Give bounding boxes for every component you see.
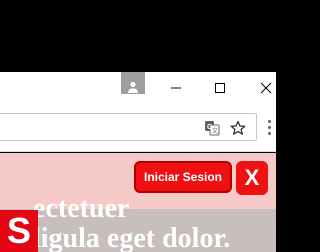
translate-icon: G 文 — [205, 121, 220, 136]
browser-titlebar — [0, 72, 276, 104]
menu-dot — [267, 132, 271, 135]
window-close-button[interactable] — [242, 72, 276, 104]
menu-dot — [267, 126, 271, 129]
minimize-button[interactable] — [154, 72, 198, 104]
login-button[interactable]: Iniciar Sesion — [134, 161, 232, 193]
maximize-icon — [215, 83, 225, 93]
translate-button[interactable]: G 文 — [200, 114, 224, 142]
site-logo[interactable]: S — [0, 210, 38, 252]
bookmark-button[interactable] — [226, 114, 250, 142]
person-icon — [128, 81, 138, 93]
minimize-icon — [171, 87, 181, 89]
menu-dot — [267, 120, 271, 123]
desktop-background — [0, 0, 276, 72]
star-icon — [230, 120, 246, 135]
body-text-line: ectetuer — [33, 193, 130, 224]
browser-menu-button[interactable] — [262, 118, 276, 140]
body-text-line: ligula eget dolor. — [33, 223, 231, 252]
svg-text:文: 文 — [212, 127, 218, 135]
profile-icon[interactable] — [121, 72, 145, 94]
address-bar[interactable]: G 文 — [0, 113, 257, 141]
close-icon — [260, 82, 272, 94]
maximize-button[interactable] — [198, 72, 242, 104]
page-content: ectetuer ligula eget dolor. S Iniciar Se… — [0, 153, 276, 252]
overlay-close-button[interactable]: X — [236, 161, 268, 195]
browser-toolbar: G 文 — [0, 104, 276, 152]
